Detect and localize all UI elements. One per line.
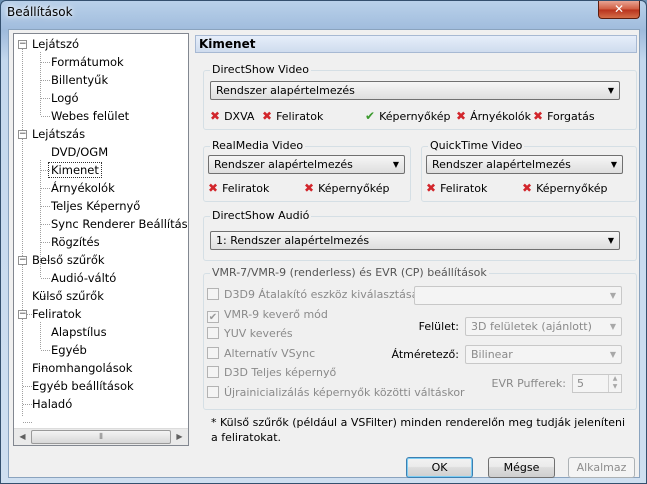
scroll-thumb[interactable]: ⦀ bbox=[31, 430, 171, 444]
tree-item-egyeb[interactable]: Egyéb bbox=[51, 341, 87, 359]
settings-tree[interactable]: − Lejátszó Formátumok Billentyűk Logó We… bbox=[13, 33, 189, 446]
collapse-icon[interactable]: − bbox=[18, 310, 27, 319]
checkbox-box[interactable] bbox=[207, 386, 219, 398]
tree-item-kulso-szurok[interactable]: Külső szűrők bbox=[32, 287, 104, 305]
settings-window: Beállítások ✕ − Lejátszó Formátumok Bill… bbox=[0, 0, 647, 484]
apply-button[interactable]: Alkalmaz bbox=[568, 457, 635, 478]
tree-item-billentyuk[interactable]: Billentyűk bbox=[51, 71, 108, 89]
footnote: * Külső szűrők (például a VSFilter) mind… bbox=[211, 416, 626, 444]
group-title: RealMedia Video bbox=[210, 139, 306, 152]
group-title: DirectShow Video bbox=[210, 63, 311, 76]
tree-item-belso-szurok[interactable]: Belső szűrők bbox=[32, 251, 105, 269]
resizer-label: Átméretező: bbox=[391, 348, 459, 361]
d3d-fullscreen-checkbox[interactable]: D3D Teljes képernyő bbox=[207, 366, 336, 382]
quicktime-video-select[interactable]: Rendszer alapértelmezés ▼ bbox=[426, 155, 623, 174]
feature-kepernyokep: ✖ Képernyőkép bbox=[304, 181, 390, 195]
success-icon: ✔ bbox=[365, 109, 376, 123]
dropdown-arrow-icon: ▼ bbox=[609, 350, 616, 359]
tree-item-logo[interactable]: Logó bbox=[51, 89, 79, 107]
fail-icon: ✖ bbox=[426, 181, 437, 195]
feature-dxva: ✖ DXVA bbox=[210, 109, 255, 123]
feature-feliratok: ✖ Feliratok bbox=[208, 181, 270, 195]
fail-icon: ✖ bbox=[456, 109, 467, 123]
vmr9-mixer-checkbox[interactable]: ✔ VMR-9 keverő mód bbox=[207, 308, 328, 324]
alt-vsync-checkbox[interactable]: Alternatív VSync bbox=[207, 347, 315, 363]
tree-item-lejatszas[interactable]: Lejátszás bbox=[32, 125, 85, 143]
spin-arrows[interactable]: ▲ ▼ bbox=[608, 375, 621, 392]
surface-label: Felület: bbox=[418, 320, 459, 333]
dropdown-arrow-icon: ▼ bbox=[609, 322, 616, 331]
dropdown-arrow-icon: ▼ bbox=[609, 291, 616, 300]
checkbox-checked[interactable]: ✔ bbox=[207, 311, 219, 323]
realmedia-video-select[interactable]: Rendszer alapértelmezés ▼ bbox=[208, 155, 405, 174]
fail-icon: ✖ bbox=[210, 109, 221, 123]
dropdown-arrow-icon: ▼ bbox=[607, 86, 614, 95]
feature-arnyekolok: ✖ Árnyékolók bbox=[456, 109, 532, 123]
group-title: QuickTime Video bbox=[428, 139, 525, 152]
fail-icon: ✖ bbox=[208, 181, 219, 195]
spin-down-icon[interactable]: ▼ bbox=[613, 383, 618, 390]
tree-item-dvd-ogm[interactable]: DVD/OGM bbox=[51, 143, 108, 161]
tree-item-audio-valto[interactable]: Audió-váltó bbox=[51, 269, 116, 287]
fail-icon: ✖ bbox=[522, 181, 533, 195]
page-title: Kimenet bbox=[195, 35, 637, 53]
checkbox-box[interactable] bbox=[207, 347, 219, 359]
tree-item-egyeb-beallitasok[interactable]: Egyéb beállítások bbox=[32, 377, 134, 395]
tree-item-feliratok[interactable]: Feliratok bbox=[32, 305, 81, 323]
dropdown-arrow-icon: ▼ bbox=[610, 160, 617, 169]
title-bar[interactable]: Beállítások ✕ bbox=[1, 1, 646, 23]
group-title: VMR-7/VMR-9 (renderless) és EVR (CP) beá… bbox=[210, 266, 489, 279]
group-title: DirectShow Audió bbox=[210, 209, 312, 222]
surface-select[interactable]: 3D felületek (ajánlott) ▼ bbox=[465, 317, 622, 336]
dialog-client: − Lejátszó Formátumok Billentyűk Logó We… bbox=[8, 29, 640, 478]
feature-forgatas: ✖ Forgatás bbox=[533, 109, 595, 123]
tree-item-formatumok[interactable]: Formátumok bbox=[51, 53, 124, 71]
tree-item-halado[interactable]: Haladó bbox=[32, 395, 72, 413]
cancel-button[interactable]: Mégse bbox=[488, 457, 555, 478]
ok-button[interactable]: OK bbox=[406, 457, 473, 478]
scroll-left-icon[interactable]: ◀ bbox=[14, 429, 31, 445]
yuv-mixing-checkbox[interactable]: YUV keverés bbox=[207, 327, 293, 343]
evr-buffers-label: EVR Pufferek: bbox=[491, 377, 567, 390]
tree-item-kimenet[interactable]: Kimenet bbox=[48, 161, 102, 179]
tree-item-teljes-kepernyo[interactable]: Teljes Képernyő bbox=[51, 197, 140, 215]
checkbox-box[interactable] bbox=[207, 288, 219, 300]
dropdown-arrow-icon: ▼ bbox=[607, 236, 614, 245]
fail-icon: ✖ bbox=[262, 109, 273, 123]
feature-kepernyokep: ✔ Képernyőkép bbox=[365, 109, 451, 123]
d3d9-device-select[interactable]: ▼ bbox=[414, 286, 622, 305]
feature-feliratok: ✖ Feliratok bbox=[426, 181, 488, 195]
fail-icon: ✖ bbox=[533, 109, 544, 123]
checkbox-box[interactable] bbox=[207, 327, 219, 339]
collapse-icon[interactable]: − bbox=[18, 130, 27, 139]
feature-feliratok: ✖ Feliratok bbox=[262, 109, 324, 123]
tree-item-alapstilus[interactable]: Alapstílus bbox=[51, 323, 107, 341]
scroll-right-icon[interactable]: ▶ bbox=[171, 429, 188, 445]
tree-item-webes-felulet[interactable]: Webes felület bbox=[51, 107, 129, 125]
tree-item-lejatszo[interactable]: Lejátszó bbox=[32, 35, 79, 53]
spin-up-icon[interactable]: ▲ bbox=[613, 375, 618, 382]
collapse-icon[interactable]: − bbox=[18, 40, 27, 49]
collapse-icon[interactable]: − bbox=[18, 256, 27, 265]
evr-buffers-stepper[interactable]: 5 ▲ ▼ bbox=[572, 374, 622, 393]
resizer-select[interactable]: Bilinear ▼ bbox=[465, 345, 622, 364]
window-title: Beállítások bbox=[7, 5, 73, 19]
dropdown-arrow-icon: ▼ bbox=[392, 160, 399, 169]
feature-kepernyokep: ✖ Képernyőkép bbox=[522, 181, 608, 195]
directshow-audio-select[interactable]: 1: Rendszer alapértelmezés ▼ bbox=[210, 231, 620, 250]
tree-item-rogzites[interactable]: Rögzítés bbox=[51, 233, 100, 251]
tree-horizontal-scrollbar[interactable]: ◀ ⦀ ▶ bbox=[14, 428, 188, 445]
directshow-video-select[interactable]: Rendszer alapértelmezés ▼ bbox=[210, 81, 620, 100]
fail-icon: ✖ bbox=[304, 181, 315, 195]
close-button[interactable]: ✕ bbox=[598, 1, 640, 19]
tree-item-arnyekolok[interactable]: Árnyékolók bbox=[51, 179, 115, 197]
tree-item-sync-renderer[interactable]: Sync Renderer Beállítások bbox=[51, 215, 188, 233]
d3d9-device-checkbox[interactable]: D3D9 Átalakító eszköz kiválasztása bbox=[207, 288, 418, 304]
checkbox-box[interactable] bbox=[207, 366, 219, 378]
reinit-checkbox[interactable]: Újrainicializálás képernyők közötti vált… bbox=[207, 386, 465, 402]
tree-item-finomhangolasok[interactable]: Finomhangolások bbox=[32, 359, 132, 377]
